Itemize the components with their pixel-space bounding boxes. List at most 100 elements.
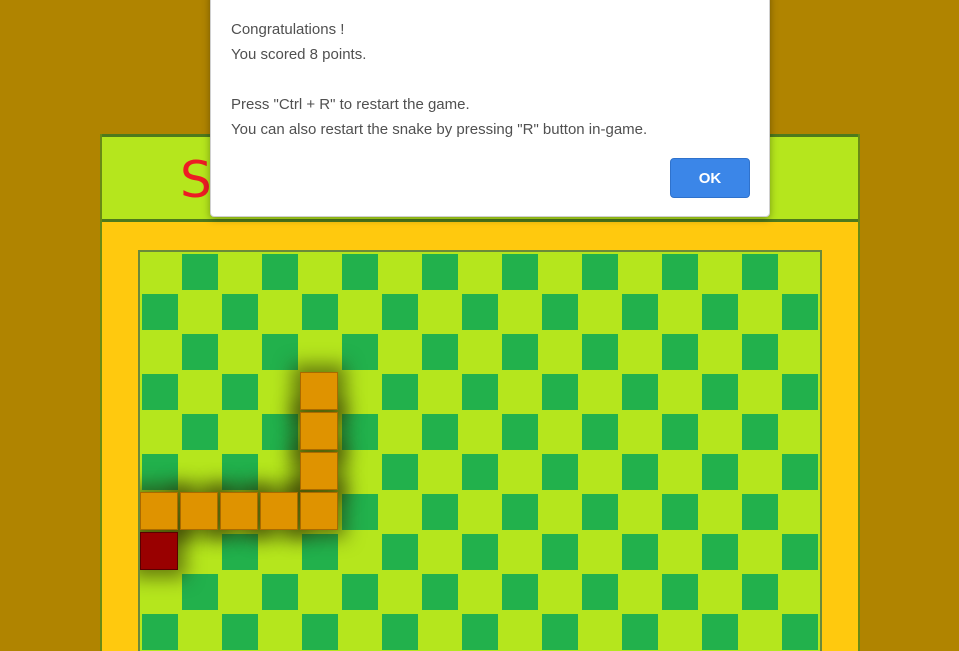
board-cell-dark	[782, 534, 818, 570]
alert-message: Congratulations ! You scored 8 points. P…	[231, 17, 647, 142]
board-cell-dark	[262, 414, 298, 450]
board-cell-dark	[422, 334, 458, 370]
board-cell-dark	[502, 414, 538, 450]
board-cell-dark	[622, 534, 658, 570]
board-cell-dark	[382, 454, 418, 490]
board-cell-dark	[262, 334, 298, 370]
board-cell-dark	[142, 374, 178, 410]
board-cell-dark	[702, 534, 738, 570]
board-cell-dark	[662, 254, 698, 290]
board-cell-dark	[702, 294, 738, 330]
board-cell-dark	[142, 614, 178, 650]
board-cell-dark	[462, 454, 498, 490]
board-cell-dark	[542, 374, 578, 410]
board-cell-dark	[502, 494, 538, 530]
board-cell-dark	[222, 614, 258, 650]
board-cell-dark	[262, 254, 298, 290]
board-cell-dark	[502, 254, 538, 290]
alert-line-score: You scored 8 points.	[231, 46, 367, 63]
snake-tail	[140, 532, 178, 570]
board-cell-dark	[382, 374, 418, 410]
board-cell-dark	[182, 334, 218, 370]
board-cell-dark	[662, 414, 698, 450]
board-cell-dark	[662, 494, 698, 530]
game-title: S	[180, 151, 212, 209]
board-cell-dark	[782, 374, 818, 410]
snake-segment	[300, 412, 338, 450]
board-cell-dark	[582, 494, 618, 530]
board-cell-dark	[342, 334, 378, 370]
board-cell-dark	[142, 454, 178, 490]
board-cell-dark	[222, 374, 258, 410]
board-cell-dark	[462, 294, 498, 330]
alert-line-blank	[231, 67, 647, 92]
board-cell-dark	[182, 254, 218, 290]
board-cell-dark	[342, 254, 378, 290]
board-cell-dark	[462, 614, 498, 650]
board-cell-dark	[262, 574, 298, 610]
board-cell-dark	[622, 294, 658, 330]
board-cell-dark	[382, 294, 418, 330]
board-cell-dark	[342, 414, 378, 450]
snake-segment	[180, 492, 218, 530]
board-cell-dark	[702, 614, 738, 650]
board-cell-dark	[742, 494, 778, 530]
board-cell-dark	[662, 574, 698, 610]
alert-line-congratulations: Congratulations !	[231, 21, 345, 38]
board-cell-dark	[422, 414, 458, 450]
board-cell-dark	[302, 534, 338, 570]
board-cell-dark	[302, 614, 338, 650]
board-cell-dark	[342, 574, 378, 610]
board-cell-dark	[422, 574, 458, 610]
board-cell-dark	[542, 614, 578, 650]
board-cell-dark	[542, 534, 578, 570]
ok-button[interactable]: OK	[670, 158, 750, 198]
board-cell-dark	[422, 254, 458, 290]
snake-segment	[300, 372, 338, 410]
board-cell-dark	[422, 494, 458, 530]
snake-segment	[300, 452, 338, 490]
board-cell-dark	[582, 574, 618, 610]
board-cell-dark	[742, 574, 778, 610]
alert-line-r-hint: You can also restart the snake by pressi…	[231, 121, 648, 138]
board-cell-dark	[782, 294, 818, 330]
alert-line-restart-hint: Press "Ctrl + R" to restart the game.	[231, 96, 470, 113]
board-cell-dark	[542, 454, 578, 490]
board-cell-dark	[462, 534, 498, 570]
board-cell-dark	[342, 494, 378, 530]
snake-segment	[220, 492, 258, 530]
board-cell-dark	[382, 534, 418, 570]
board-cell-dark	[182, 574, 218, 610]
board-cell-dark	[542, 294, 578, 330]
board-cell-dark	[742, 254, 778, 290]
board-cell-dark	[502, 574, 538, 610]
snake-segment	[140, 492, 178, 530]
board-cell-dark	[222, 454, 258, 490]
board-cell-dark	[662, 334, 698, 370]
board-cell-dark	[622, 374, 658, 410]
board-cell-dark	[142, 294, 178, 330]
board-cell-dark	[702, 374, 738, 410]
game-page: S Congratulations ! You scored 8 points.…	[0, 0, 959, 651]
board-cell-dark	[182, 414, 218, 450]
board-cell-dark	[782, 614, 818, 650]
board-cell-dark	[742, 414, 778, 450]
board-cell-dark	[702, 454, 738, 490]
game-board[interactable]	[138, 250, 822, 651]
snake-segment	[260, 492, 298, 530]
board-cell-dark	[462, 374, 498, 410]
snake-segment	[300, 492, 338, 530]
board-cell-dark	[742, 334, 778, 370]
board-cell-dark	[582, 334, 618, 370]
board-cell-dark	[582, 254, 618, 290]
board-cell-dark	[222, 534, 258, 570]
board-cell-dark	[622, 614, 658, 650]
board-cell-dark	[222, 294, 258, 330]
board-cell-dark	[302, 294, 338, 330]
board-cell-dark	[582, 414, 618, 450]
board-cell-dark	[622, 454, 658, 490]
alert-dialog: Congratulations ! You scored 8 points. P…	[210, 0, 770, 217]
board-cell-dark	[502, 334, 538, 370]
board-cell-dark	[382, 614, 418, 650]
board-cell-dark	[782, 454, 818, 490]
